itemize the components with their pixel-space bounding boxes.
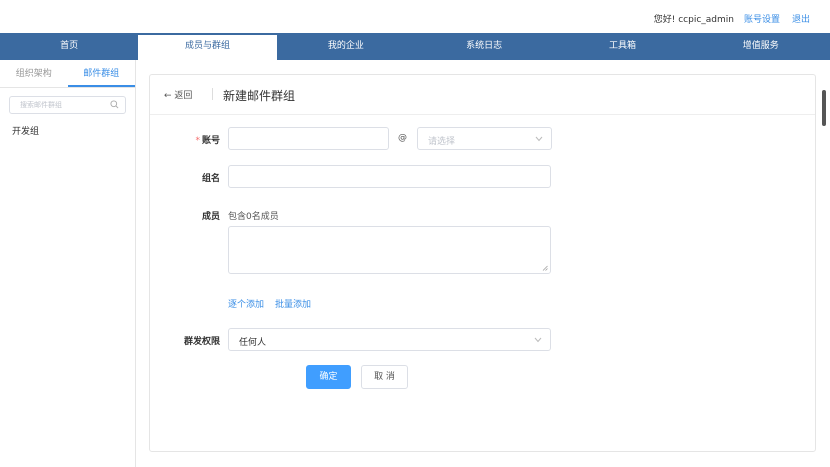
group-name-field[interactable]	[228, 165, 551, 188]
domain-select[interactable]: 请选择	[417, 127, 552, 150]
back-label: 返回	[174, 91, 193, 101]
nav-item-home[interactable]: 首页	[0, 33, 138, 60]
required-asterisk: *	[195, 136, 200, 146]
header-divider	[212, 88, 213, 100]
group-name-label: 组名	[201, 174, 220, 184]
chevron-down-icon	[534, 337, 542, 343]
sidebar-tabs: 组织架构 邮件群组	[0, 60, 135, 88]
resize-handle-icon[interactable]	[542, 265, 548, 271]
permission-label: 群发权限	[183, 337, 220, 347]
search-input[interactable]	[20, 98, 110, 112]
top-bar: 您好! ccpic_admin 账号设置 退出	[0, 0, 830, 33]
arrow-left-icon: ←	[164, 91, 172, 101]
group-list-item[interactable]: 开发组	[12, 124, 135, 137]
permission-select[interactable]: 任何人	[228, 328, 551, 351]
add-one-by-one-link[interactable]: 逐个添加	[228, 297, 264, 310]
members-textarea-box[interactable]	[228, 226, 551, 274]
tab-org-structure[interactable]: 组织架构	[0, 60, 68, 87]
nav-item-system-log[interactable]: 系统日志	[415, 33, 553, 60]
tab-mail-groups[interactable]: 邮件群组	[67, 60, 135, 87]
nav-item-my-enterprise[interactable]: 我的企业	[277, 33, 415, 60]
scrollbar-thumb[interactable]	[822, 90, 826, 126]
account-input[interactable]	[229, 128, 388, 149]
back-button[interactable]: ← 返回	[164, 88, 192, 101]
nav-item-members-groups[interactable]: 成员与群组	[138, 33, 277, 60]
account-field[interactable]	[228, 127, 389, 150]
nav-item-value-added[interactable]: 增值服务	[692, 33, 830, 60]
members-count: 包含0名成员	[228, 212, 279, 222]
page-title: 新建邮件群组	[223, 89, 296, 103]
card-header: ← 返回 新建邮件群组	[150, 75, 815, 115]
permission-select-value: 任何人	[239, 338, 267, 348]
members-textarea[interactable]	[229, 227, 550, 273]
cancel-button[interactable]: 取 消	[361, 365, 408, 389]
main-nav: 首页 成员与群组 我的企业 系统日志 工具箱 增值服务	[0, 33, 830, 60]
chevron-down-icon	[535, 136, 543, 142]
account-settings-link[interactable]: 账号设置	[744, 12, 780, 25]
group-name-input[interactable]	[229, 166, 550, 187]
sidebar: 组织架构 邮件群组 开发组	[0, 60, 136, 467]
batch-add-link[interactable]: 批量添加	[275, 297, 311, 310]
nav-item-toolbox[interactable]: 工具箱	[553, 33, 691, 60]
account-label: * 账号	[195, 136, 220, 146]
at-symbol: @	[398, 133, 407, 143]
domain-select-placeholder: 请选择	[428, 137, 456, 147]
members-label: 成员	[201, 212, 220, 222]
search-icon[interactable]	[110, 100, 119, 109]
user-greeting: 您好! ccpic_admin	[653, 15, 734, 25]
confirm-button[interactable]: 确定	[306, 365, 351, 389]
logout-link[interactable]: 退出	[792, 12, 810, 25]
sidebar-search-box[interactable]	[9, 96, 126, 114]
